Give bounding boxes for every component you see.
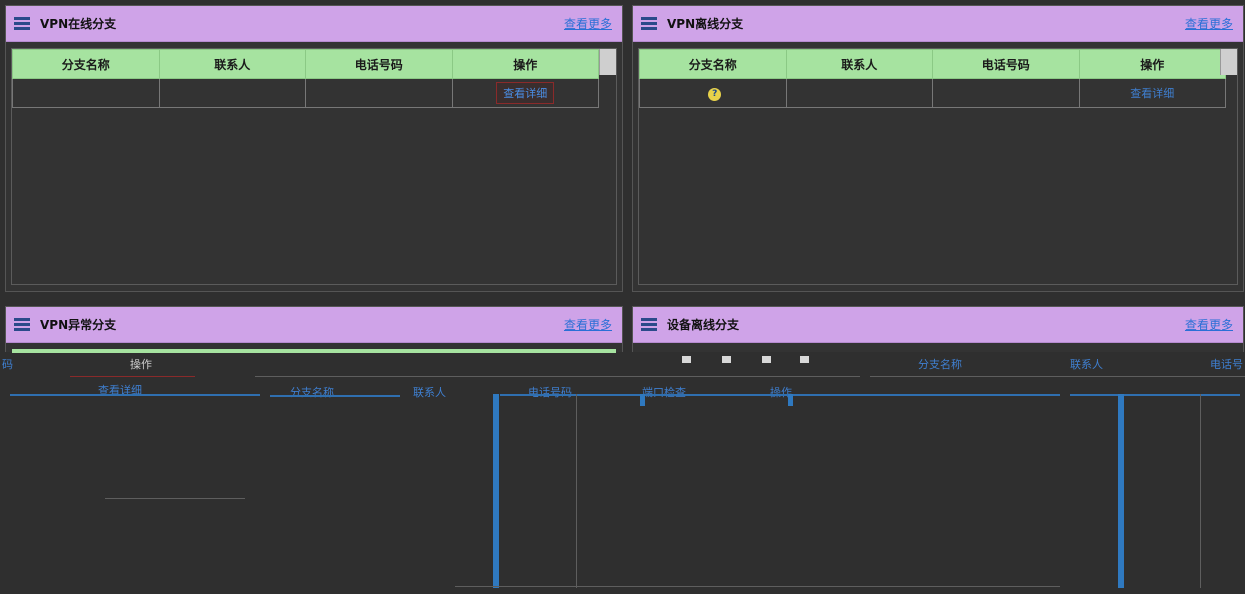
col-header[interactable]: 操作 — [1078, 49, 1226, 79]
col-header[interactable]: 分支名称 — [12, 49, 160, 79]
scrollbar[interactable] — [1220, 49, 1237, 75]
menu-icon[interactable] — [14, 17, 30, 30]
glitch-text: 联系人 — [413, 386, 446, 399]
table-header-row: 分支名称 联系人 电话号码 操作 — [639, 49, 1226, 79]
col-header[interactable]: 联系人 — [785, 49, 933, 79]
col-header[interactable]: 联系人 — [158, 49, 306, 79]
scrollbar[interactable] — [599, 49, 616, 75]
panel-header: VPN在线分支 查看更多 — [6, 6, 622, 42]
col-header[interactable]: 电话号码 — [932, 49, 1080, 79]
glitch-text: 端口检查 — [642, 386, 686, 399]
glitch-text: 分支名称 — [290, 386, 334, 399]
cell — [932, 78, 1080, 108]
glitch-line — [500, 394, 1060, 396]
cell: 查看详细 — [451, 78, 599, 108]
glitch-text: 码 — [2, 358, 13, 371]
glitch-block — [762, 356, 771, 363]
glitch-line — [10, 394, 260, 396]
glitch-bar — [493, 394, 499, 588]
panel-title: 设备离线分支 — [667, 318, 740, 332]
table-container: 分支名称 联系人 电话号码 操作 查看详细 — [11, 48, 617, 285]
glitch-line — [576, 394, 577, 588]
panel-title: VPN在线分支 — [40, 17, 117, 31]
panel-header: VPN异常分支 查看更多 — [6, 307, 622, 343]
panel-title: VPN离线分支 — [667, 17, 744, 31]
help-icon[interactable]: ? — [708, 87, 722, 101]
vpn-offline-panel: VPN离线分支 查看更多 分支名称 联系人 电话号码 操作 ? 查看详细 — [632, 5, 1244, 292]
vpn-online-panel: VPN在线分支 查看更多 分支名称 联系人 电话号码 操作 查看详细 — [5, 5, 623, 292]
view-more-link[interactable]: 查看更多 — [1185, 316, 1233, 333]
table-header-row: 分支名称 联系人 电话号码 操作 — [12, 49, 599, 79]
cell — [12, 78, 160, 108]
cell — [785, 78, 933, 108]
cell: ? — [639, 78, 787, 108]
cell: 查看详细 — [1078, 78, 1226, 108]
device-offline-panel: 设备离线分支 查看更多 — [632, 306, 1244, 352]
table-row: ? 查看详细 — [639, 78, 1226, 108]
glitch-line — [255, 376, 860, 377]
table-row: 查看详细 — [12, 78, 599, 108]
glitch-line — [270, 395, 400, 397]
glitch-line — [1200, 394, 1201, 588]
col-header[interactable]: 电话号码 — [305, 49, 453, 79]
vpn-abnormal-panel: VPN异常分支 查看更多 — [5, 306, 623, 353]
glitch-bar — [640, 394, 645, 406]
glitch-text: 电话号 — [1210, 358, 1243, 371]
view-detail-link[interactable]: 查看详细 — [1130, 87, 1174, 100]
cell — [305, 78, 453, 108]
glitch-bar — [788, 394, 793, 406]
glitch-bar — [1118, 394, 1124, 588]
view-detail-button[interactable]: 查看详细 — [496, 82, 555, 104]
glitch-text: 电话号码 — [528, 386, 572, 399]
glitch-block — [682, 356, 691, 363]
col-header[interactable]: 操作 — [451, 49, 599, 79]
branch-table: 分支名称 联系人 电话号码 操作 查看详细 — [12, 49, 599, 108]
glitch-text: 联系人 — [1070, 358, 1103, 371]
glitch-line — [1070, 394, 1240, 396]
menu-icon[interactable] — [14, 318, 30, 331]
glitch-line — [455, 586, 1060, 587]
glitch-line — [105, 498, 245, 499]
panel-header: 设备离线分支 查看更多 — [633, 307, 1243, 343]
view-more-link[interactable]: 查看更多 — [1185, 15, 1233, 32]
glitch-block — [722, 356, 731, 363]
render-glitch-area: 码 操作 分支名称 联系人 电话号 查看详细 分支名称 联系人 电话号码 端口检… — [0, 352, 1245, 594]
glitch-line — [70, 376, 195, 377]
panel-title: VPN异常分支 — [40, 318, 117, 332]
view-more-link[interactable]: 查看更多 — [564, 15, 612, 32]
menu-icon[interactable] — [641, 17, 657, 30]
panel-header: VPN离线分支 查看更多 — [633, 6, 1243, 42]
table-container: 分支名称 联系人 电话号码 操作 ? 查看详细 — [638, 48, 1238, 285]
glitch-text: 操作 — [130, 358, 152, 371]
glitch-text: 分支名称 — [918, 358, 962, 371]
glitch-block — [800, 356, 809, 363]
menu-icon[interactable] — [641, 318, 657, 331]
glitch-line — [870, 376, 1245, 377]
cell — [158, 78, 306, 108]
col-header[interactable]: 分支名称 — [639, 49, 787, 79]
branch-table: 分支名称 联系人 电话号码 操作 ? 查看详细 — [639, 49, 1226, 108]
view-more-link[interactable]: 查看更多 — [564, 316, 612, 333]
